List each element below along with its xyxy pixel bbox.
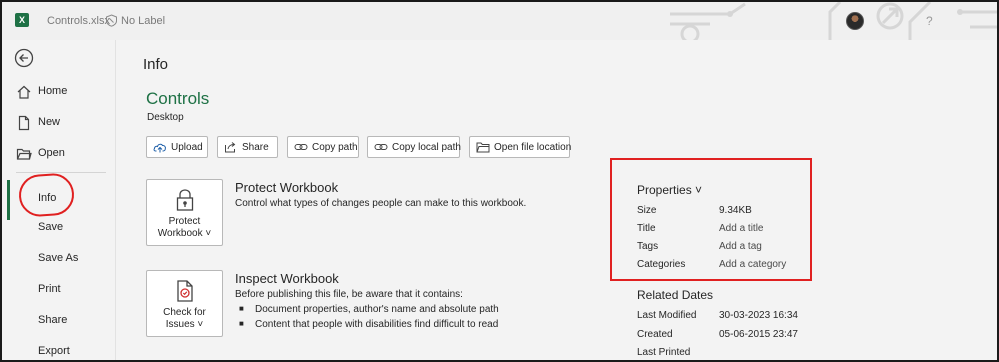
protect-workbook-title: Protect Workbook [235,180,339,195]
copy-local-path-label: Copy local path [392,142,461,153]
sidebar-item-print[interactable]: Print [2,276,114,304]
sidebar-item-new[interactable]: New [2,109,114,137]
check-issues-line2: Issues ˅ [165,319,204,330]
date-key-last-printed: Last Printed [637,347,691,358]
sidebar-divider [16,172,106,173]
inspect-bullet-item: Content that people with disabilities fi… [239,319,498,330]
sidebar-item-label: Home [38,85,68,97]
protect-button-line2: Workbook ˅ [157,228,212,239]
excel-backstage-window: X Controls.xlsx No Label ? Home New Open… [0,0,999,362]
link-icon [294,144,308,150]
check-issues-line1: Check for [163,307,206,318]
sensitivity-shield-icon [106,14,117,27]
date-value-created: 05-06-2015 23:47 [719,329,798,340]
copy-path-button[interactable]: Copy path [287,136,359,158]
cloud-upload-icon [153,143,166,153]
new-document-icon [18,115,30,131]
info-panel: Info Controls Desktop Upload Share Copy … [116,40,997,360]
share-button[interactable]: Share [217,136,278,158]
share-label: Share [242,142,269,153]
date-value-last-modified: 30-03-2023 16:34 [719,310,798,321]
inspect-workbook-description: Before publishing this file, be aware th… [235,289,463,300]
protect-button-line1: Protect [168,216,201,227]
share-icon [225,142,236,153]
sensitivity-label[interactable]: No Label [121,15,165,27]
back-arrow-icon[interactable] [14,48,34,68]
sidebar-item-label: Open [38,147,65,159]
date-key-created: Created [637,329,673,340]
help-button[interactable]: ? [926,14,933,28]
inspect-document-icon [177,280,193,302]
copy-path-label: Copy path [312,142,358,153]
protect-workbook-description: Control what types of changes people can… [235,198,527,209]
sidebar-item-label: Save As [38,252,79,264]
excel-app-icon: X [15,13,29,27]
sidebar-item-label: Print [38,283,61,295]
inspect-workbook-title: Inspect Workbook [235,271,339,286]
inspect-bullet-item: Document properties, author's name and a… [239,304,499,315]
home-icon [17,85,31,99]
document-name[interactable]: Controls.xlsx [47,15,110,27]
title-bar: X Controls.xlsx No Label ? [2,2,997,40]
sidebar-item-label: Share [38,314,68,326]
lock-icon [176,189,194,211]
sidebar-item-label: Save [38,221,64,233]
sidebar-item-share[interactable]: Share [2,307,114,335]
account-avatar[interactable] [846,12,864,30]
page-title: Info [143,56,169,73]
open-file-location-label: Open file location [494,142,572,153]
file-location: Desktop [147,112,184,123]
sidebar-item-label: New [38,116,61,128]
open-file-location-button[interactable]: Open file location [469,136,572,158]
copy-local-path-button[interactable]: Copy local path [367,136,461,158]
sidebar-item-open[interactable]: Open [2,140,114,168]
sidebar-item-save[interactable]: Save [2,214,114,242]
date-key-last-modified: Last Modified [637,310,697,321]
red-highlight-box [610,158,812,281]
protect-workbook-button[interactable]: Protect Workbook ˅ [146,179,223,246]
sidebar-item-home[interactable]: Home [2,78,114,106]
sidebar-item-label: Export [38,345,70,357]
file-title: Controls [146,89,210,108]
open-folder-icon [16,148,32,160]
sidebar-item-save-as[interactable]: Save As [2,245,114,273]
sidebar-item-export[interactable]: Export [2,338,114,360]
circuit-decoration [670,2,997,40]
related-dates-header: Related Dates [637,288,714,302]
upload-label: Upload [171,142,203,153]
folder-icon [476,142,490,153]
upload-button[interactable]: Upload [146,136,208,158]
check-for-issues-button[interactable]: Check for Issues ˅ [146,270,223,337]
link-icon [374,144,388,150]
